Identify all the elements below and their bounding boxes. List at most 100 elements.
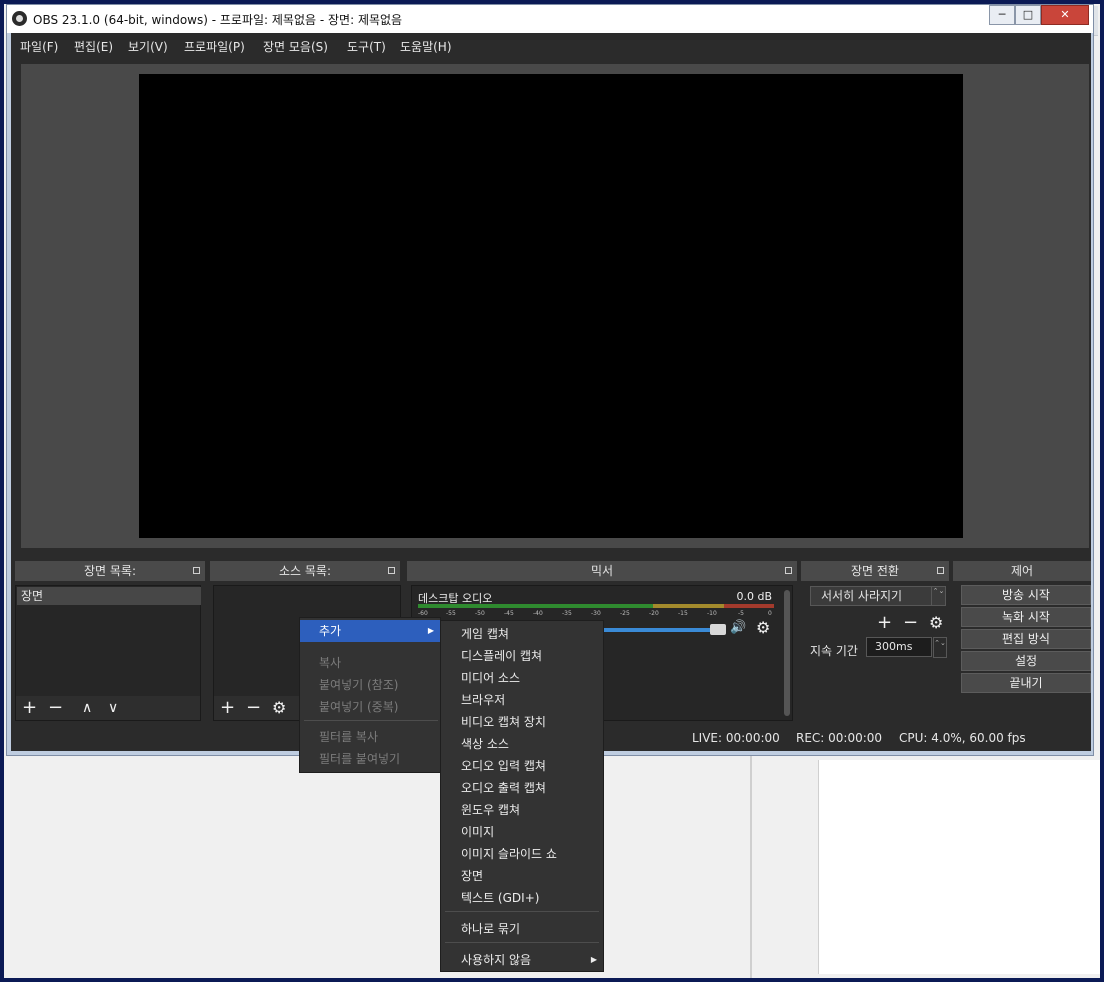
sources-dock-title: 소스 목록: — [278, 564, 332, 578]
controls-dock-title: 제어 — [1010, 564, 1034, 578]
ctx-add[interactable]: 추가 ▶ — [300, 620, 440, 642]
duration-input[interactable]: 300ms — [866, 637, 932, 657]
remove-scene-icon[interactable]: − — [48, 698, 63, 718]
meter-tick: -40 — [533, 610, 543, 617]
duration-spinner[interactable]: ⌃⌄ — [933, 637, 947, 658]
mixer-dock-title: 믹서 — [590, 564, 614, 578]
chevron-updown-icon[interactable]: ⌃⌄ — [931, 587, 945, 605]
exit-button[interactable]: 끝내기 — [961, 673, 1091, 693]
transition-select[interactable]: 서서히 사라지기 ⌃⌄ — [810, 586, 946, 606]
menu-help[interactable]: 도움말(H) — [400, 38, 452, 55]
remove-source-icon[interactable]: − — [246, 698, 261, 718]
mixer-db-readout: 0.0 dB — [736, 590, 772, 603]
submenu-image[interactable]: 이미지 — [441, 821, 603, 843]
ctx-paste-reference[interactable]: 붙여넣기 (참조) — [300, 674, 440, 696]
scenes-panel: 장면 + − ∧ ∨ — [15, 585, 201, 721]
move-up-icon[interactable]: ∧ — [82, 698, 92, 718]
background-divider — [750, 756, 752, 978]
transition-settings-gear-icon[interactable]: ⚙ — [929, 613, 943, 633]
scenes-toolbar: + − ∧ ∨ — [16, 696, 200, 720]
minimize-button[interactable]: ─ — [989, 5, 1015, 25]
meter-tick: -20 — [649, 610, 659, 617]
ctx-paste-duplicate[interactable]: 붙여넣기 (중복) — [300, 696, 440, 718]
add-transition-icon[interactable]: + — [877, 613, 892, 633]
submenu-video-capture-device[interactable]: 비디오 캡쳐 장치 — [441, 711, 603, 733]
meter-tick: -30 — [591, 610, 601, 617]
ctx-paste-filters[interactable]: 필터를 붙여넣기 — [300, 748, 440, 770]
scenes-dock-title: 장면 목록: — [83, 564, 137, 578]
studio-mode-button[interactable]: 편집 방식 — [961, 629, 1091, 649]
volume-fader-handle[interactable] — [710, 624, 726, 635]
add-scene-icon[interactable]: + — [22, 698, 37, 718]
scenes-dock-header: 장면 목록: — [15, 561, 205, 581]
live-status: LIVE: 00:00:00 — [692, 731, 780, 745]
menu-scene-collection[interactable]: 장면 모음(S) — [263, 38, 328, 55]
rec-status: REC: 00:00:00 — [796, 731, 883, 745]
remove-transition-icon[interactable]: − — [903, 613, 918, 633]
settings-button[interactable]: 설정 — [961, 651, 1091, 671]
meter-tick: -55 — [446, 610, 456, 617]
move-down-icon[interactable]: ∨ — [108, 698, 118, 718]
submenu-media-source[interactable]: 미디어 소스 — [441, 667, 603, 689]
add-source-submenu: 게임 캡쳐 디스플레이 캡쳐 미디어 소스 브라우저 비디오 캡쳐 장치 색상 … — [440, 620, 604, 972]
obs-logo-icon — [12, 11, 27, 26]
float-icon[interactable] — [388, 567, 395, 574]
meter-tick: -10 — [707, 610, 717, 617]
background-panel — [818, 760, 1100, 974]
submenu-text-gdi[interactable]: 텍스트 (GDI+) — [441, 887, 603, 909]
menu-separator — [304, 720, 438, 721]
submenu-audio-input-capture[interactable]: 오디오 입력 캡쳐 — [441, 755, 603, 777]
mixer-scrollbar[interactable] — [784, 590, 790, 716]
scene-list-item[interactable]: 장면 — [17, 587, 201, 605]
ctx-copy[interactable]: 복사 — [300, 652, 440, 674]
submenu-arrow-icon: ▶ — [427, 626, 434, 635]
submenu-scene[interactable]: 장면 — [441, 865, 603, 887]
menu-separator — [445, 942, 599, 943]
ctx-copy-filters[interactable]: 필터를 복사 — [300, 726, 440, 748]
meter-tick: -60 — [418, 610, 428, 617]
mixer-settings-gear-icon[interactable]: ⚙ — [756, 618, 770, 638]
source-properties-icon[interactable]: ⚙ — [272, 698, 286, 718]
speaker-icon[interactable]: 🔊 — [730, 618, 746, 638]
meter-tick: -45 — [504, 610, 514, 617]
float-icon[interactable] — [193, 567, 200, 574]
preview-canvas[interactable] — [139, 74, 963, 538]
submenu-audio-output-capture[interactable]: 오디오 출력 캡쳐 — [441, 777, 603, 799]
source-context-menu: 추가 ▶ 복사 붙여넣기 (참조) 붙여넣기 (중복) 필터를 복사 필터를 붙… — [299, 617, 441, 773]
volume-meter-ticks: -60 -55 -50 -45 -40 -35 -30 -25 -20 -15 … — [418, 610, 774, 618]
menu-tools[interactable]: 도구(T) — [347, 38, 386, 55]
submenu-group[interactable]: 하나로 묶기 — [441, 918, 603, 940]
menu-separator — [445, 911, 599, 912]
start-recording-button[interactable]: 녹화 시작 — [961, 607, 1091, 627]
submenu-display-capture[interactable]: 디스플레이 캡쳐 — [441, 645, 603, 667]
submenu-image-slideshow[interactable]: 이미지 슬라이드 쇼 — [441, 843, 603, 865]
menu-view[interactable]: 보기(V) — [128, 38, 168, 55]
submenu-window-capture[interactable]: 윈도우 캡쳐 — [441, 799, 603, 821]
meter-tick: -25 — [620, 610, 630, 617]
submenu-game-capture[interactable]: 게임 캡쳐 — [441, 623, 603, 645]
duration-label: 지속 기간 — [810, 644, 858, 658]
meter-tick: -35 — [562, 610, 572, 617]
ctx-add-label: 추가 — [319, 624, 342, 638]
window-title: OBS 23.1.0 (64-bit, windows) - 프로파일: 제목없… — [33, 13, 403, 27]
menu-edit[interactable]: 편집(E) — [74, 38, 113, 55]
submenu-browser[interactable]: 브라우저 — [441, 689, 603, 711]
submenu-color-source[interactable]: 색상 소스 — [441, 733, 603, 755]
transition-selected-value: 서서히 사라지기 — [821, 589, 903, 603]
add-source-icon[interactable]: + — [220, 698, 235, 718]
submenu-arrow-icon: ▶ — [590, 955, 597, 964]
transitions-dock-title: 장면 전환 — [851, 564, 899, 578]
float-icon[interactable] — [937, 567, 944, 574]
maximize-button[interactable]: □ — [1015, 5, 1041, 25]
meter-tick: -15 — [678, 610, 688, 617]
sources-dock-header: 소스 목록: — [210, 561, 400, 581]
meter-tick: -50 — [475, 610, 485, 617]
start-streaming-button[interactable]: 방송 시작 — [961, 585, 1091, 605]
submenu-deprecated[interactable]: 사용하지 않음 ▶ — [441, 949, 603, 971]
float-icon[interactable] — [785, 567, 792, 574]
menu-file[interactable]: 파일(F) — [20, 38, 58, 55]
volume-meter — [418, 604, 774, 608]
close-button[interactable]: ✕ — [1041, 5, 1089, 25]
title-bar[interactable]: OBS 23.1.0 (64-bit, windows) - 프로파일: 제목없… — [7, 5, 1093, 33]
menu-profile[interactable]: 프로파일(P) — [184, 38, 245, 55]
